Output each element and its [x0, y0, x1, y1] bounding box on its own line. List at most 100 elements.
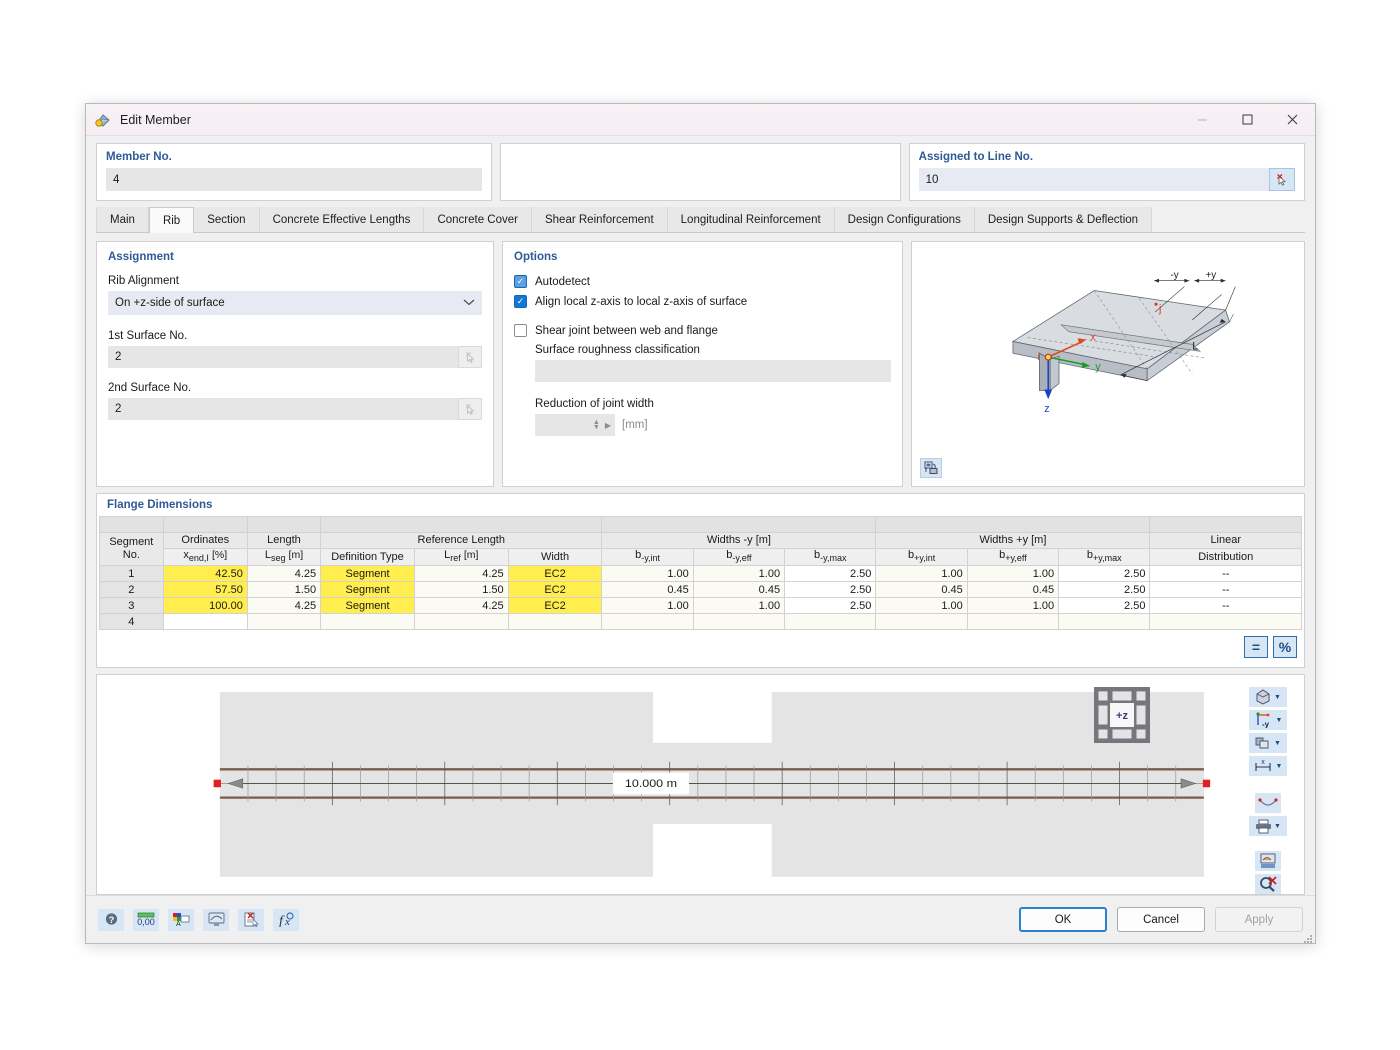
cell-definition-type[interactable]: [321, 614, 415, 630]
cell-bmyeff: 0.45: [693, 582, 784, 598]
shear-joint-checkbox[interactable]: ✓: [514, 324, 527, 337]
reduction-label: Reduction of joint width: [535, 398, 891, 410]
help-icon[interactable]: ?: [98, 909, 124, 931]
view-direction-button[interactable]: -y ▼: [1249, 710, 1287, 730]
window-titlebar[interactable]: Edit Member: [86, 104, 1315, 136]
chevron-down-icon[interactable]: ▼: [1276, 763, 1283, 770]
cell-width[interactable]: EC2: [508, 582, 602, 598]
view-mode-button[interactable]: ▼: [1249, 687, 1287, 707]
spinner-arrows-icon[interactable]: ▲▼: [593, 420, 600, 430]
relative-values-button[interactable]: %: [1273, 636, 1297, 658]
tab-main[interactable]: Main: [96, 207, 149, 232]
absolute-values-button[interactable]: =: [1244, 636, 1268, 658]
cell-width[interactable]: [508, 614, 602, 630]
table-row[interactable]: 2 57.50 1.50 Segment 1.50 EC2 0.45 0.45 …: [100, 582, 1302, 598]
apply-button: Apply: [1215, 907, 1303, 932]
table-row[interactable]: 3 100.00 4.25 Segment 4.25 EC2 1.00 1.00…: [100, 598, 1302, 614]
formula-icon[interactable]: fx: [273, 909, 299, 931]
cell-segment-no: 1: [100, 566, 164, 582]
cancel-button[interactable]: Cancel: [1117, 907, 1205, 932]
cell-ordinate[interactable]: 57.50: [163, 582, 247, 598]
cell-width[interactable]: EC2: [508, 566, 602, 582]
chevron-down-icon[interactable]: ▼: [1274, 740, 1281, 747]
assignment-title: Assignment: [108, 251, 482, 263]
tab-bar: Main Rib Section Concrete Effective Leng…: [96, 207, 1305, 233]
member-graphics-view[interactable]: 10.000 m +z: [97, 675, 1232, 894]
member-no-input[interactable]: 4: [106, 168, 482, 191]
label-length: L: [1192, 340, 1198, 352]
tab-design-supports-deflection[interactable]: Design Supports & Deflection: [975, 207, 1152, 232]
col-bmyeff: b-y,eff: [693, 549, 784, 566]
dimension-display-button[interactable]: x ▼: [1249, 756, 1287, 776]
cell-bmymax[interactable]: [785, 614, 876, 630]
rib-alignment-select[interactable]: On +z-side of surface: [108, 291, 482, 315]
cell-ordinate[interactable]: 42.50: [163, 566, 247, 582]
tab-concrete-effective-lengths[interactable]: Concrete Effective Lengths: [260, 207, 425, 232]
render-settings-icon[interactable]: [920, 458, 942, 478]
minimize-button[interactable]: [1180, 104, 1225, 136]
monitor-icon[interactable]: [203, 909, 229, 931]
group-widths-minus-y-blank: [602, 517, 876, 533]
render-style-button[interactable]: ▼: [1249, 733, 1287, 753]
chevron-down-icon[interactable]: ▼: [1276, 717, 1283, 724]
chevron-down-icon[interactable]: ▼: [1274, 823, 1281, 830]
cell-lref: [414, 614, 508, 630]
cell-bmymax[interactable]: 2.50: [785, 582, 876, 598]
cell-ordinate[interactable]: [163, 614, 247, 630]
deformation-button[interactable]: [1255, 793, 1281, 813]
delete-object-icon[interactable]: [238, 909, 264, 931]
cell-width[interactable]: EC2: [508, 598, 602, 614]
col-width: Width: [508, 549, 602, 566]
label-axis-x: x: [1090, 331, 1096, 343]
ok-button[interactable]: OK: [1019, 907, 1107, 932]
roughness-input[interactable]: [535, 360, 891, 382]
cell-definition-type[interactable]: Segment: [321, 566, 415, 582]
maximize-button[interactable]: [1225, 104, 1270, 136]
tab-design-configurations[interactable]: Design Configurations: [835, 207, 975, 232]
align-z-axis-row[interactable]: ✓ Align local z-axis to local z-axis of …: [514, 295, 891, 308]
autodetect-checkbox[interactable]: ✓: [514, 275, 527, 288]
assigned-line-box: Assigned to Line No. 10: [909, 143, 1305, 201]
cell-bpymax[interactable]: [1059, 614, 1150, 630]
tab-rib[interactable]: Rib: [149, 207, 194, 233]
assigned-line-input[interactable]: 10: [919, 168, 1269, 191]
align-z-axis-label: Align local z-axis to local z-axis of su…: [535, 296, 747, 308]
dialog-buttons: OK Cancel Apply: [1019, 907, 1303, 932]
svg-text:A: A: [176, 921, 181, 927]
zoom-reset-button[interactable]: [1255, 874, 1281, 894]
shear-joint-row[interactable]: ✓ Shear joint between web and flange: [514, 324, 891, 337]
cell-bpymax[interactable]: 2.50: [1059, 598, 1150, 614]
print-report-button[interactable]: [1255, 851, 1281, 871]
surface2-input[interactable]: 2: [108, 398, 458, 420]
view-navigation-cube[interactable]: +z: [1094, 687, 1150, 743]
reduction-input[interactable]: ▲▼ ▶: [535, 414, 615, 436]
table-row[interactable]: 1 42.50 4.25 Segment 4.25 EC2 1.00 1.00 …: [100, 566, 1302, 582]
decimal-places-icon[interactable]: 0,00: [133, 909, 159, 931]
tab-section[interactable]: Section: [194, 207, 259, 232]
cell-ordinate[interactable]: 100.00: [163, 598, 247, 614]
cell-bmymax[interactable]: 2.50: [785, 598, 876, 614]
surface1-input[interactable]: 2: [108, 346, 458, 368]
pick-cursor-icon[interactable]: [1269, 168, 1295, 191]
group-linear-blank: [1150, 517, 1302, 533]
tab-shear-reinforcement[interactable]: Shear Reinforcement: [532, 207, 668, 232]
cell-definition-type[interactable]: Segment: [321, 582, 415, 598]
expand-arrow-icon[interactable]: ▶: [605, 421, 611, 430]
chevron-down-icon[interactable]: ▼: [1274, 694, 1281, 701]
align-z-axis-checkbox[interactable]: ✓: [514, 295, 527, 308]
display-properties-icon[interactable]: A: [168, 909, 194, 931]
cell-bpymax[interactable]: 2.50: [1059, 582, 1150, 598]
cell-lref: 4.25: [414, 598, 508, 614]
print-button[interactable]: ▼: [1249, 816, 1287, 836]
cell-definition-type[interactable]: Segment: [321, 598, 415, 614]
surface2-pick-icon[interactable]: [458, 398, 482, 420]
cell-bpymax[interactable]: 2.50: [1059, 566, 1150, 582]
table-row[interactable]: 4: [100, 614, 1302, 630]
tab-longitudinal-reinforcement[interactable]: Longitudinal Reinforcement: [668, 207, 835, 232]
resize-grip[interactable]: [1303, 931, 1313, 941]
tab-concrete-cover[interactable]: Concrete Cover: [424, 207, 532, 232]
surface1-pick-icon[interactable]: [458, 346, 482, 368]
close-button[interactable]: [1270, 104, 1315, 136]
autodetect-row[interactable]: ✓ Autodetect: [514, 275, 891, 288]
cell-bmymax[interactable]: 2.50: [785, 566, 876, 582]
